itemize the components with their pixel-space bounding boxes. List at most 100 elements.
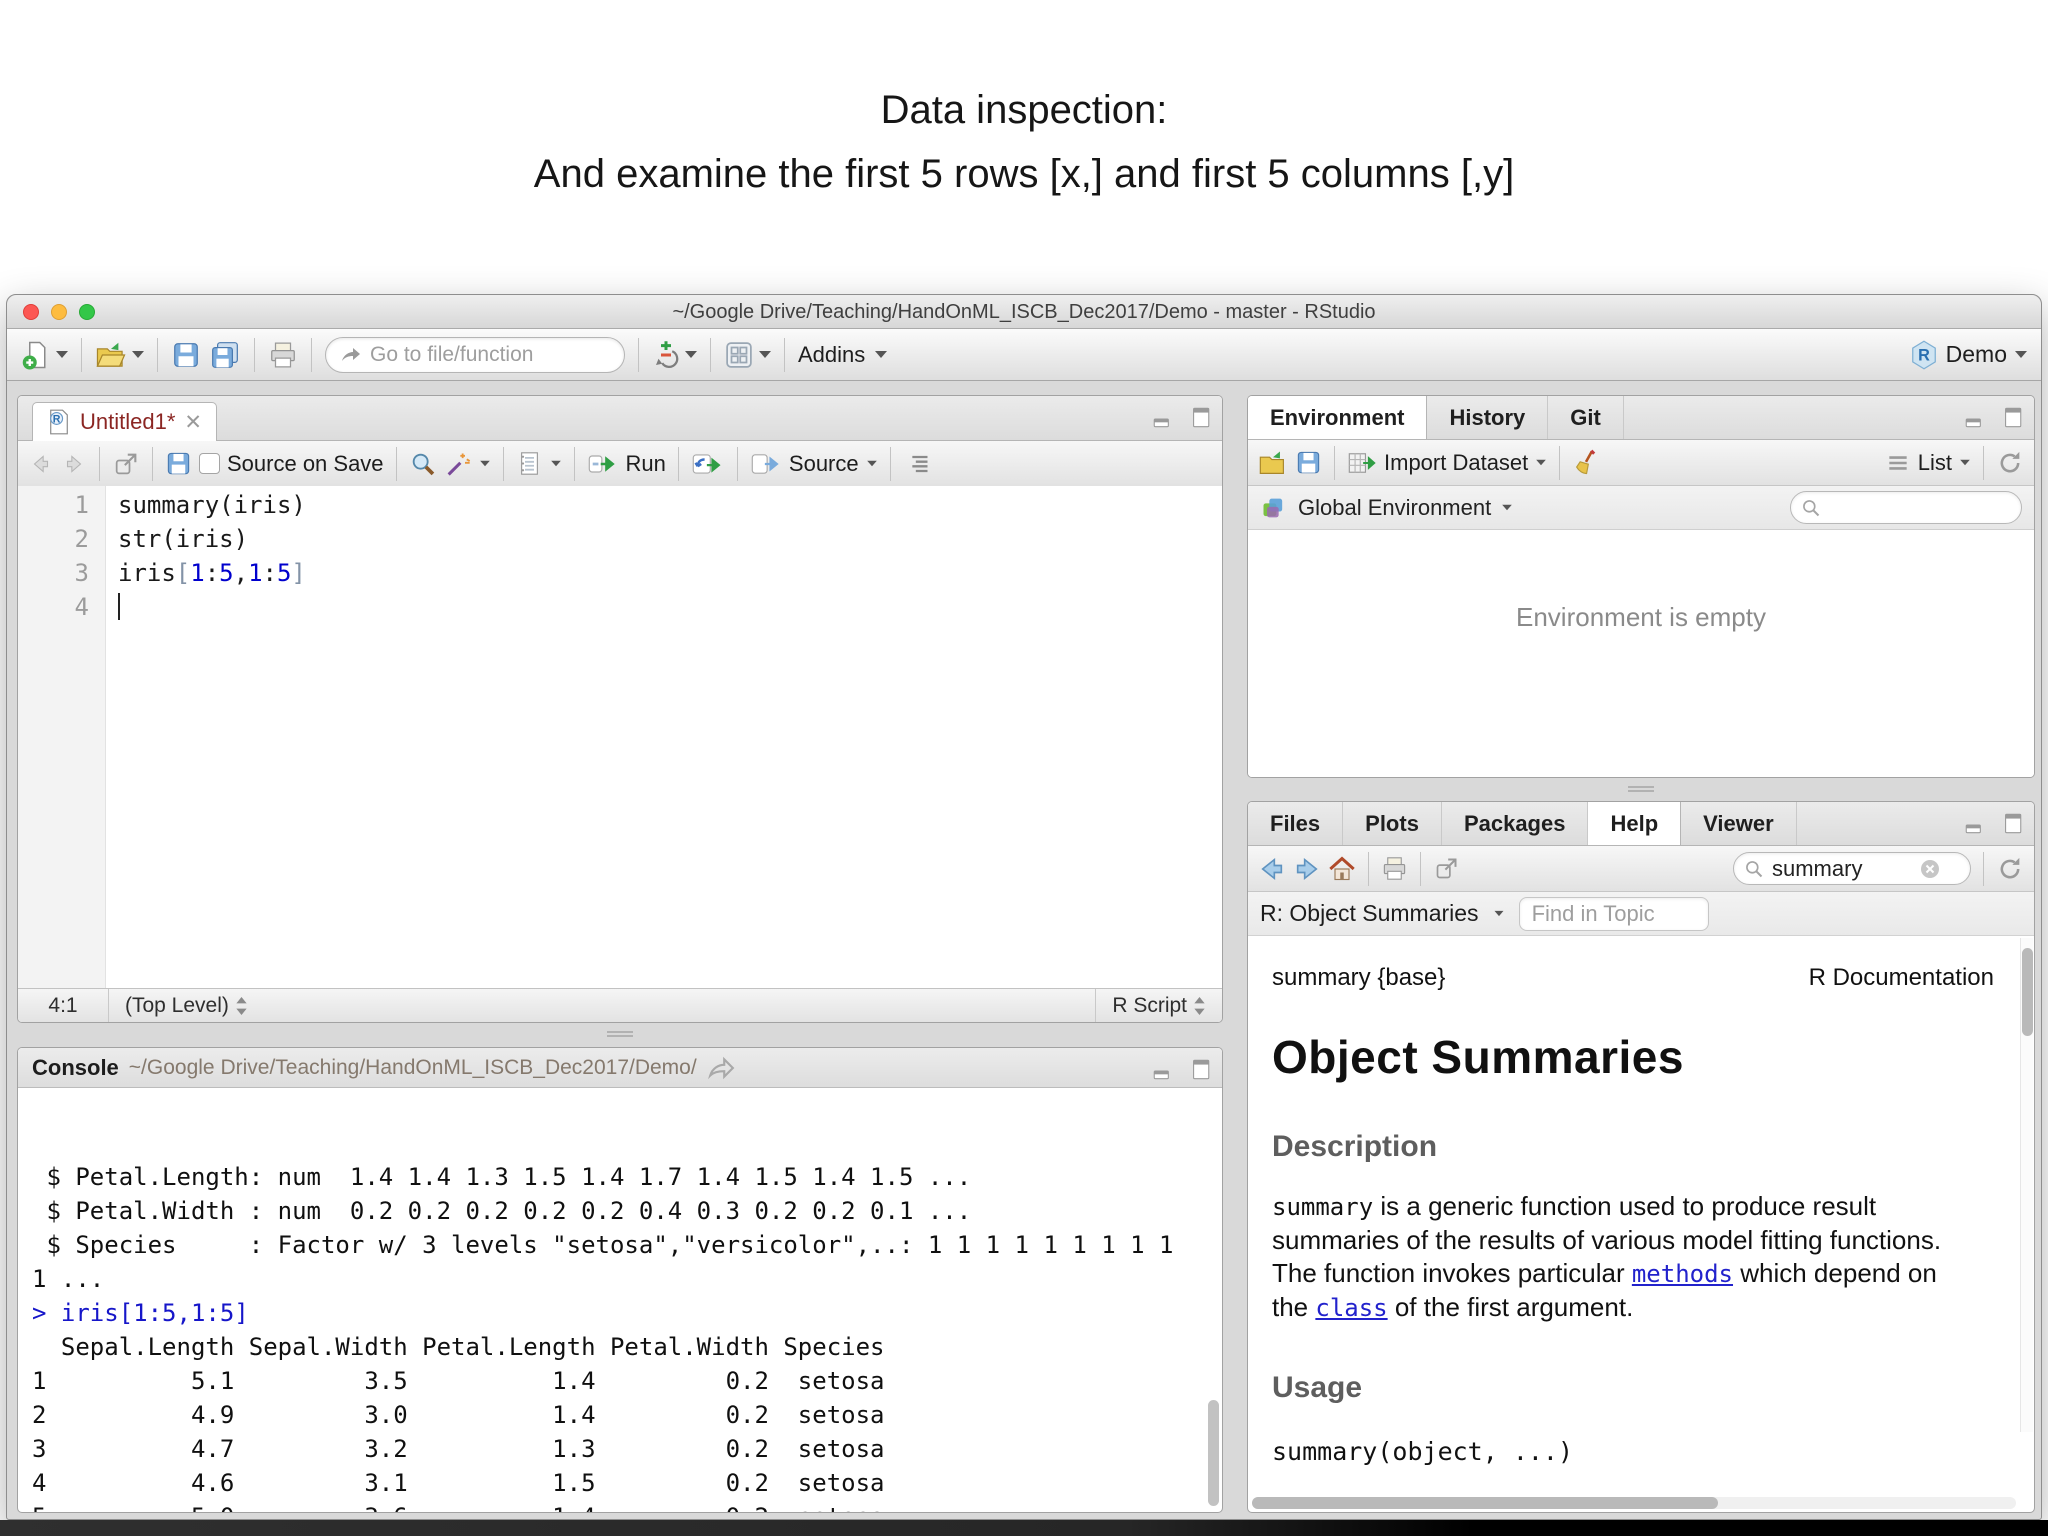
tab-packages[interactable]: Packages (1442, 802, 1589, 845)
refresh-icon[interactable] (1996, 855, 2024, 883)
help-doc-source: R Documentation (1808, 964, 1994, 991)
scope-selector[interactable]: (Top Level) (109, 989, 264, 1022)
goto-file-function-box[interactable] (325, 336, 625, 373)
maximize-pane-icon[interactable] (1998, 405, 2024, 431)
clear-workspace-broom-icon[interactable] (1572, 449, 1600, 477)
project-menu-button[interactable]: R Demo (1910, 340, 2027, 370)
open-file-button[interactable] (95, 340, 144, 370)
toolbar-divider (638, 337, 639, 372)
global-environment-selector[interactable]: Global Environment (1298, 495, 1491, 521)
source-on-save-label: Source on Save (227, 450, 384, 476)
back-icon[interactable] (1258, 855, 1286, 883)
help-toolbar (1248, 846, 2034, 892)
help-horizontal-scrollbar[interactable] (1252, 1497, 2016, 1509)
search-icon (1801, 498, 1821, 518)
forward-icon[interactable] (1293, 855, 1321, 883)
chevron-down-icon[interactable] (866, 460, 877, 467)
line-number: 2 (74, 525, 89, 553)
project-name: Demo (1945, 341, 2007, 367)
help-vertical-scrollbar[interactable] (2020, 938, 2033, 1432)
help-link[interactable]: class (1315, 1294, 1387, 1322)
workspace-panes-button[interactable] (724, 340, 771, 370)
home-icon[interactable] (1328, 855, 1356, 883)
document-outline-icon[interactable] (903, 450, 931, 478)
tab-history[interactable]: History (1427, 396, 1549, 439)
toolbar-divider (677, 446, 679, 481)
up-down-arrows-icon (236, 996, 247, 1015)
goto-file-function-input[interactable] (370, 342, 612, 367)
file-type-selector[interactable]: R Script (1096, 989, 1222, 1022)
minimize-window-button[interactable] (51, 304, 67, 320)
list-view-button[interactable]: List (1918, 450, 1952, 476)
load-workspace-icon[interactable] (1258, 449, 1288, 477)
chevron-down-icon[interactable] (1494, 910, 1504, 917)
editor-statusbar: 4:1 (Top Level) R Script (18, 988, 1222, 1022)
console-scrollbar[interactable] (1208, 1400, 1219, 1506)
help-doc-title: Object Summaries (1272, 1031, 1684, 1083)
find-replace-icon[interactable] (409, 450, 437, 478)
console-output[interactable]: $ Petal.Length: num 1.4 1.4 1.3 1.5 1.4 … (18, 1088, 1222, 1512)
environment-search-input[interactable] (1829, 494, 1989, 521)
help-topic-selector[interactable]: R: Object Summaries (1260, 900, 1479, 927)
save-workspace-icon[interactable] (1295, 449, 1322, 476)
help-search-input[interactable] (1772, 855, 1912, 882)
tab-help[interactable]: Help (1588, 802, 1682, 845)
save-all-button[interactable] (209, 340, 241, 370)
save-button[interactable] (171, 340, 201, 370)
print-icon[interactable] (1381, 855, 1408, 882)
clear-search-icon[interactable] (1920, 859, 1940, 879)
tab-environment[interactable]: Environment (1248, 396, 1428, 439)
tab-files[interactable]: Files (1248, 802, 1344, 845)
zoom-window-button[interactable] (79, 304, 95, 320)
chevron-down-icon (685, 351, 697, 358)
maximize-pane-icon[interactable] (1186, 1057, 1212, 1083)
environment-pane: Environment History Git Import Dataset L… (1247, 395, 2035, 778)
window-titlebar: ~/Google Drive/Teaching/HandOnML_ISCB_De… (7, 295, 2041, 329)
help-doc-package: summary {base} (1272, 964, 1446, 991)
source-on-save-checkbox[interactable] (199, 453, 220, 474)
print-button[interactable] (268, 340, 298, 370)
tab-plots[interactable]: Plots (1343, 802, 1442, 845)
toolbar-divider (157, 337, 158, 372)
addins-button[interactable]: Addins (798, 342, 888, 368)
minimize-pane-icon[interactable] (1151, 1057, 1177, 1083)
chevron-down-icon[interactable] (479, 460, 490, 467)
environment-search-box[interactable] (1790, 491, 2022, 524)
maximize-pane-icon[interactable] (1998, 811, 2024, 837)
close-icon[interactable]: ✕ (184, 410, 202, 435)
pane-resize-grip[interactable] (1626, 785, 1656, 794)
run-button[interactable]: Run (626, 451, 666, 477)
tab-untitled1[interactable]: R Untitled1* ✕ (32, 402, 217, 441)
code-editor[interactable]: 1 2 3 4 summary(iris) str(iris) iris[1:5,1:5] (18, 486, 1222, 988)
code-tools-wand-icon[interactable] (444, 450, 472, 478)
close-window-button[interactable] (23, 304, 39, 320)
popout-icon[interactable] (1433, 855, 1460, 882)
tab-viewer[interactable]: Viewer (1681, 802, 1797, 845)
rerun-icon[interactable] (691, 450, 725, 478)
slide-title: Data inspection: And examine the first 5… (0, 78, 2048, 206)
minimize-pane-icon[interactable] (1963, 405, 1989, 431)
version-control-button[interactable] (652, 340, 697, 370)
popout-icon[interactable] (112, 450, 140, 478)
minimize-pane-icon[interactable] (1151, 405, 1177, 431)
help-link[interactable]: methods (1632, 1260, 1733, 1288)
compile-notebook-icon[interactable] (516, 450, 543, 477)
save-button[interactable] (165, 450, 192, 477)
refresh-icon[interactable] (1996, 449, 2024, 477)
open-in-new-window-icon[interactable] (707, 1056, 735, 1080)
pane-resize-grip[interactable] (605, 1030, 635, 1039)
new-file-button[interactable] (21, 340, 68, 370)
minimize-pane-icon[interactable] (1963, 811, 1989, 837)
back-icon[interactable] (28, 451, 54, 477)
maximize-pane-icon[interactable] (1186, 405, 1212, 431)
toolbar-divider (311, 337, 312, 372)
chevron-down-icon[interactable] (1502, 504, 1513, 511)
code-line (118, 590, 306, 624)
tab-git[interactable]: Git (1548, 396, 1624, 439)
import-dataset-button[interactable]: Import Dataset (1384, 450, 1528, 476)
source-button[interactable]: Source (789, 451, 859, 477)
chevron-down-icon[interactable] (550, 460, 561, 467)
help-search-box[interactable] (1733, 852, 1971, 885)
find-in-topic-input[interactable] (1518, 896, 1709, 931)
forward-icon[interactable] (61, 451, 87, 477)
